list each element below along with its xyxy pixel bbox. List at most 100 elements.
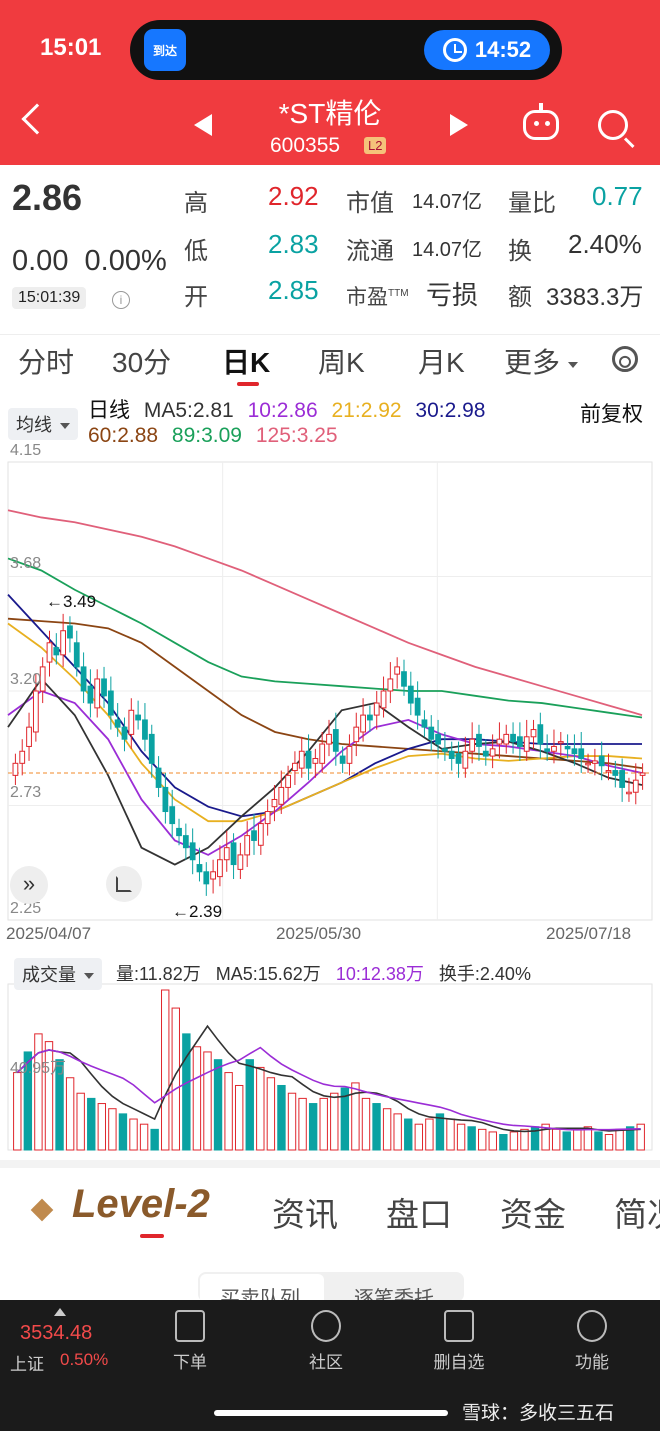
volume-bar	[636, 1123, 645, 1151]
info-icon[interactable]: i	[112, 291, 130, 309]
amount-label: 额	[508, 284, 532, 311]
expand-left-icon[interactable]: »	[10, 866, 48, 904]
volume-bar	[256, 1066, 265, 1151]
volume-bar	[488, 1131, 497, 1151]
candle-body	[244, 835, 251, 856]
tab-daily[interactable]: 日K	[222, 341, 270, 381]
candle-body	[298, 750, 305, 769]
index-name: 上证	[10, 1355, 44, 1374]
candle-body	[394, 666, 401, 675]
island-app-icon[interactable]: 到达	[144, 29, 186, 71]
home-indicator[interactable]	[214, 1410, 448, 1416]
candle-body	[619, 770, 626, 788]
volume-indicator-dropdown[interactable]: 成交量	[14, 958, 102, 990]
functions-button[interactable]: 功能	[552, 1310, 632, 1373]
volume-bar	[330, 1092, 339, 1151]
sub-tab-orders[interactable]: 逐笔委托	[354, 1282, 434, 1302]
high-annotation: ←3.49	[46, 592, 97, 611]
candle-body	[537, 724, 544, 745]
candle-body	[516, 736, 523, 747]
candle-body	[564, 745, 571, 750]
change-value: 0.00	[12, 245, 69, 277]
tab-intraday[interactable]: 分时	[18, 341, 74, 381]
candle-body	[257, 823, 264, 846]
candle-body	[585, 762, 591, 766]
tab-more[interactable]: 更多	[504, 341, 579, 381]
turnover-value: 2.40%	[568, 229, 642, 259]
volume-bar	[467, 1126, 476, 1151]
expand-up-icon[interactable]	[54, 1308, 66, 1316]
volume-bar	[87, 1097, 96, 1151]
candle-body	[578, 748, 585, 759]
price-change: 0.00 0.00%	[12, 245, 167, 278]
index-value[interactable]: 3534.48	[20, 1322, 92, 1345]
volume-bar	[435, 1113, 445, 1151]
robot-assistant-icon[interactable]	[523, 103, 559, 140]
kline-chart[interactable]	[0, 390, 660, 1160]
next-stock-icon[interactable]	[450, 114, 468, 136]
fullscreen-icon[interactable]	[106, 866, 142, 902]
ma5-line	[7, 677, 643, 866]
candle-body	[326, 733, 332, 745]
candle-body	[639, 772, 646, 776]
candle-body	[360, 714, 366, 733]
candle-body	[60, 630, 67, 656]
candle-body	[544, 748, 551, 752]
tab-weekly[interactable]: 周K	[318, 341, 365, 381]
candle-body	[73, 642, 80, 668]
candle-body	[203, 871, 210, 885]
header-bar: 15:01 到达 14:52 *ST精伦 600355 L2	[0, 0, 660, 165]
tab-profile[interactable]: 简况	[614, 1188, 660, 1236]
tab-orderbook[interactable]: 盘口	[386, 1188, 452, 1236]
candle-body	[387, 678, 394, 692]
x-tick-label: 2025/04/07	[6, 924, 92, 943]
volume-bar	[161, 989, 170, 1151]
candle-body	[353, 726, 360, 743]
volume-bar	[76, 1092, 85, 1151]
order-button[interactable]: 下单	[150, 1310, 230, 1373]
island-timer[interactable]: 14:52	[424, 30, 550, 70]
candle-body	[169, 806, 176, 825]
tab-monthly[interactable]: 月K	[418, 341, 465, 381]
candle-body	[189, 842, 196, 861]
search-icon[interactable]	[598, 110, 628, 140]
volume-bar	[382, 1108, 392, 1151]
status-time: 15:01	[40, 34, 102, 61]
pe-value: 亏损	[426, 280, 479, 310]
candle-body	[230, 842, 237, 866]
order-label: 下单	[173, 1353, 207, 1372]
ma21-line	[7, 622, 643, 823]
dynamic-island[interactable]: 到达 14:52	[130, 20, 562, 80]
candle-body	[448, 750, 455, 759]
candle-body	[121, 726, 128, 740]
candle-body	[476, 733, 482, 747]
candle-body	[626, 791, 632, 795]
remove-watchlist-button[interactable]: 删自选	[419, 1310, 499, 1373]
candle-body	[380, 690, 387, 709]
float-label: 流通	[346, 238, 394, 265]
volume-bar	[224, 1072, 233, 1151]
volume-bar	[108, 1108, 117, 1151]
pe-label: 市盈TTM	[346, 281, 409, 311]
tab-30min[interactable]: 30分	[112, 341, 171, 381]
mktcap-label: 市值	[346, 190, 394, 217]
volume-bar	[361, 1097, 371, 1151]
candle-body	[94, 678, 101, 709]
candle-body	[339, 755, 346, 764]
y-tick-label: 3.68	[10, 555, 42, 573]
tab-news[interactable]: 资讯	[272, 1188, 338, 1236]
volume-bar	[65, 1077, 75, 1151]
tab-level2[interactable]: Level-2	[72, 1182, 210, 1227]
candle-body	[155, 767, 162, 788]
menu-icon	[577, 1310, 607, 1342]
volume-bar	[182, 1033, 191, 1151]
volume-bar	[118, 1113, 128, 1151]
tab-capital[interactable]: 资金	[500, 1188, 566, 1236]
high-value: 2.92	[268, 181, 319, 211]
sub-tab-queue[interactable]: 买卖队列	[220, 1282, 300, 1302]
stock-code: 600355	[270, 134, 341, 157]
community-button[interactable]: 社区	[286, 1310, 366, 1373]
y-tick-label: 3.20	[10, 671, 42, 688]
vol-ratio-label: 量比	[508, 190, 556, 217]
watermark: 雪球：多收三五石	[462, 1403, 615, 1424]
